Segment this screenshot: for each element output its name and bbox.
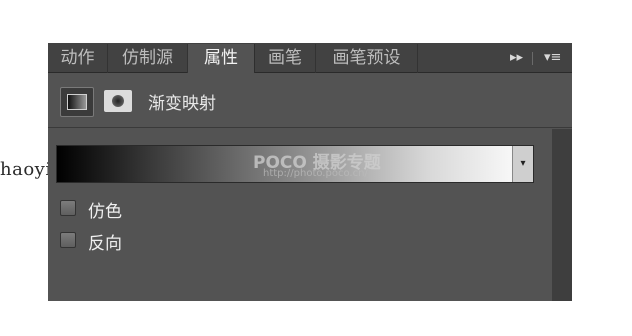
gradient-map-adjustment-icon[interactable]: [60, 87, 94, 117]
panel-menu-icon[interactable]: ▾≡: [544, 43, 561, 73]
layer-mask-icon[interactable]: [104, 90, 132, 112]
reverse-label: 反向: [88, 234, 122, 254]
reverse-checkbox[interactable]: [60, 232, 76, 248]
dither-checkbox[interactable]: [60, 200, 76, 216]
gradient-dropdown-chevron-icon[interactable]: ▾: [512, 146, 533, 182]
tab-actions[interactable]: 动作: [48, 44, 108, 73]
collapse-panels-icon[interactable]: ▸▸: [510, 43, 523, 73]
tab-brush[interactable]: 画笔: [255, 44, 316, 73]
dither-label: 仿色: [88, 202, 122, 222]
tab-clone-source[interactable]: 仿制源: [108, 44, 188, 73]
tabbar-divider: [532, 52, 533, 65]
tab-properties[interactable]: 属性: [188, 44, 255, 73]
properties-panel: 动作 仿制源 属性 画笔 画笔预设 ▸▸ ▾≡ 渐变映射 POCO 摄影专题 h…: [48, 43, 572, 301]
vertical-scrollbar[interactable]: [552, 129, 572, 301]
panel-tab-bar: 动作 仿制源 属性 画笔 画笔预设 ▸▸ ▾≡: [48, 43, 572, 73]
tab-brush-presets[interactable]: 画笔预设: [316, 44, 418, 73]
gradient-picker[interactable]: POCO 摄影专题 http://photo.poco.cn/ ▾: [56, 145, 534, 183]
properties-header: 渐变映射: [48, 73, 572, 128]
adjustment-title: 渐变映射: [148, 94, 216, 114]
poco-url-watermark: http://photo.poco.cn/: [263, 168, 368, 179]
